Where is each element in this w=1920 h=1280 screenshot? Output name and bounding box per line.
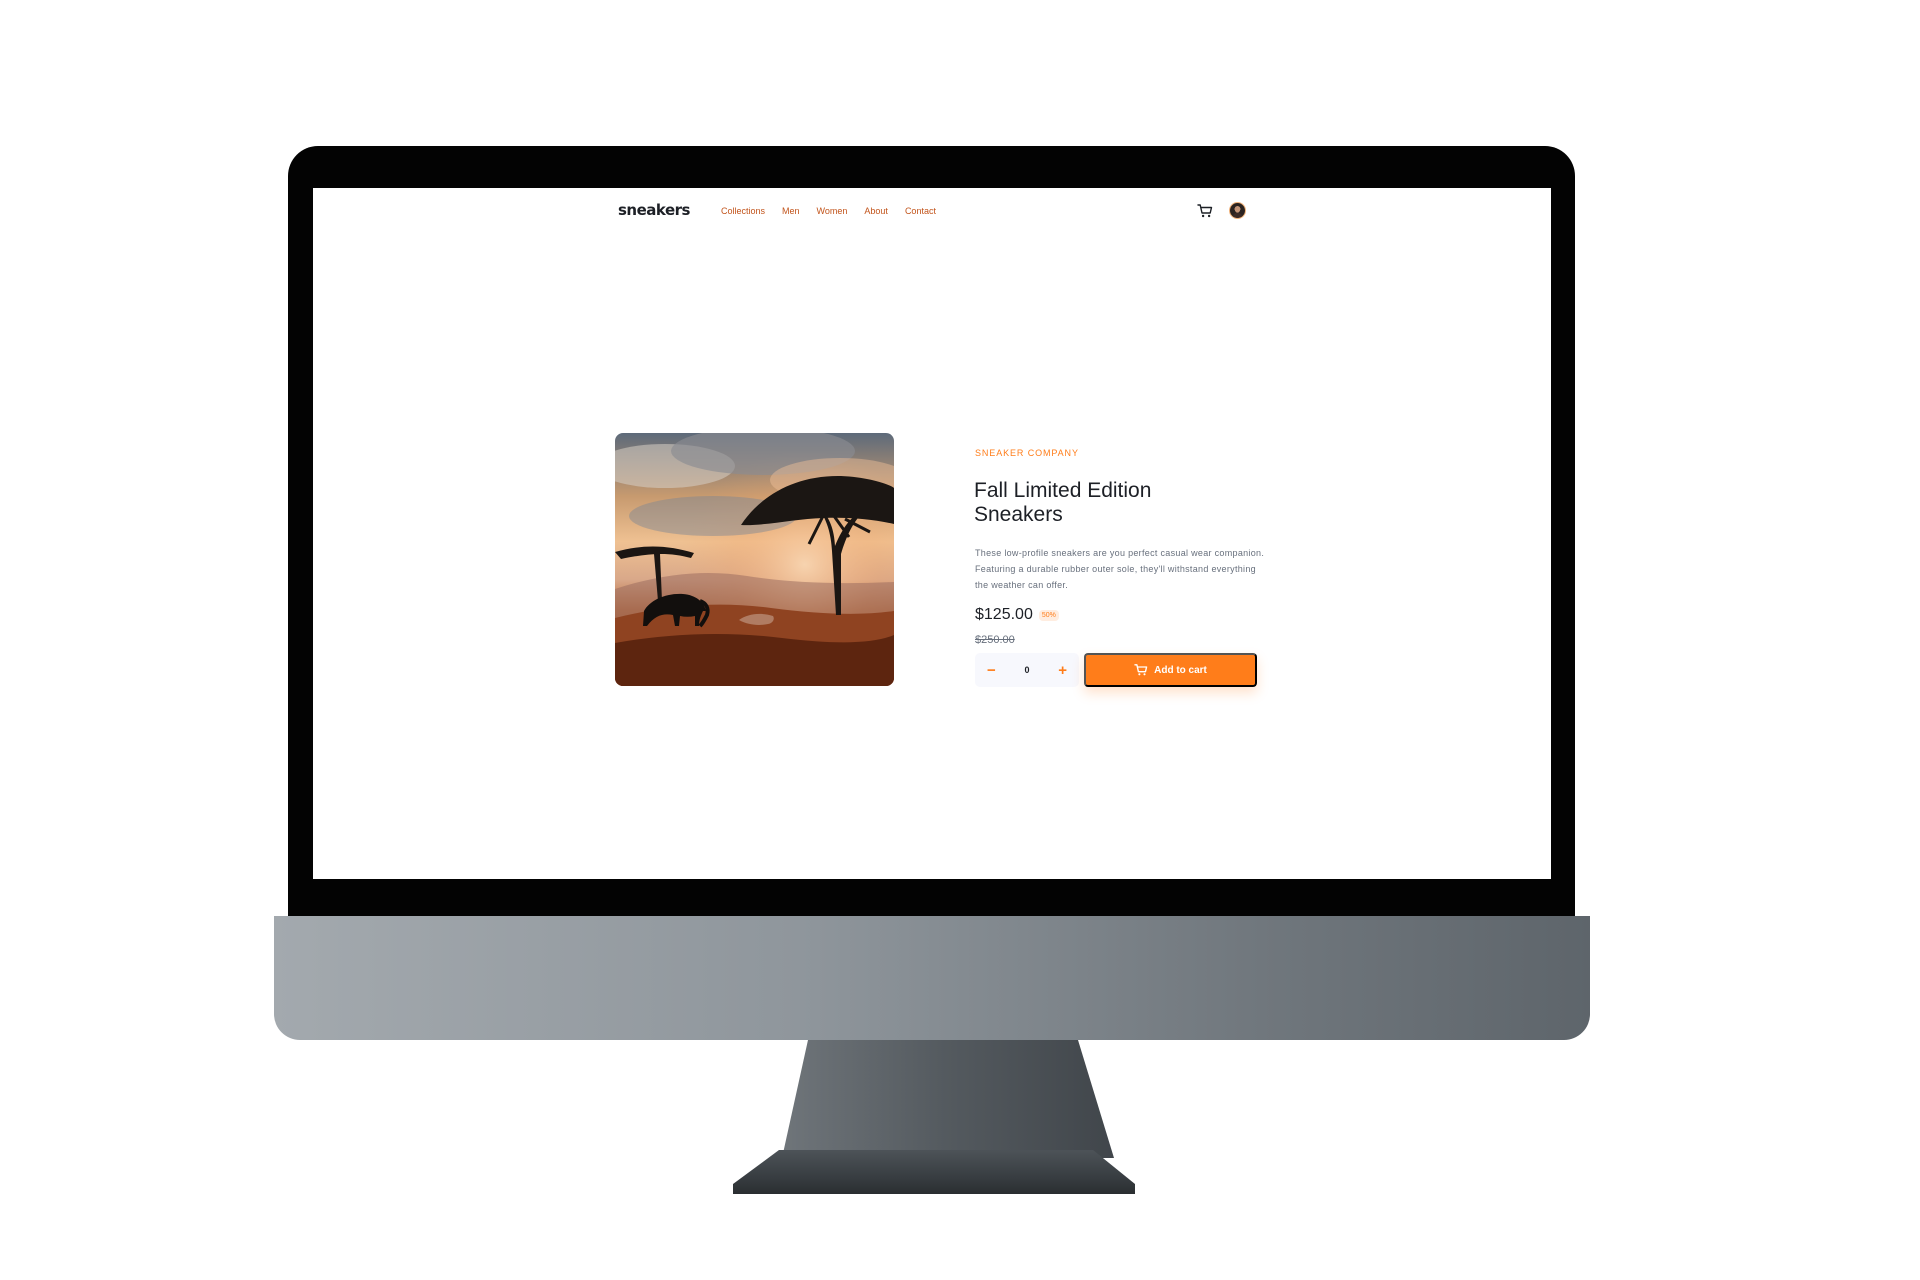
monitor-screen: sneakers Collections Men Women About Con…: [313, 188, 1551, 879]
site-logo[interactable]: sneakers: [618, 201, 690, 219]
cart-icon: [1134, 664, 1148, 676]
monitor-chin: [274, 916, 1590, 1040]
nav-collections[interactable]: Collections: [721, 206, 765, 216]
discount-badge: 50%: [1038, 609, 1059, 621]
product-description: These low-profile sneakers are you perfe…: [975, 548, 1265, 590]
decrease-quantity-button[interactable]: −: [987, 663, 996, 678]
current-price: $125.00: [975, 606, 1033, 623]
monitor-stand-neck: [782, 1040, 1114, 1158]
product-brand: SNEAKER COMPANY: [975, 448, 1079, 458]
monitor-stand-foot: [733, 1150, 1135, 1194]
main-navigation: Collections Men Women About Contact: [721, 206, 936, 216]
avatar: [1232, 206, 1243, 218]
nav-women[interactable]: Women: [817, 206, 848, 216]
add-to-cart-button[interactable]: Add to cart: [1084, 653, 1257, 687]
cart-button[interactable]: [1197, 204, 1213, 218]
increase-quantity-button[interactable]: +: [1058, 663, 1067, 678]
add-to-cart-label: Add to cart: [1154, 664, 1207, 676]
original-price: $250.00: [975, 634, 1015, 646]
product-title: Fall Limited Edition Sneakers: [974, 479, 1152, 526]
nav-men[interactable]: Men: [782, 206, 800, 216]
nav-about[interactable]: About: [864, 206, 888, 216]
quantity-stepper: − 0 +: [975, 653, 1079, 687]
nav-contact[interactable]: Contact: [905, 206, 936, 216]
price-row: $125.00 50%: [975, 606, 1059, 624]
quantity-value: 0: [1024, 665, 1030, 675]
product-image[interactable]: [615, 433, 894, 686]
product-photo: [615, 433, 894, 686]
cart-icon: [1197, 204, 1213, 218]
user-avatar[interactable]: [1229, 202, 1246, 219]
